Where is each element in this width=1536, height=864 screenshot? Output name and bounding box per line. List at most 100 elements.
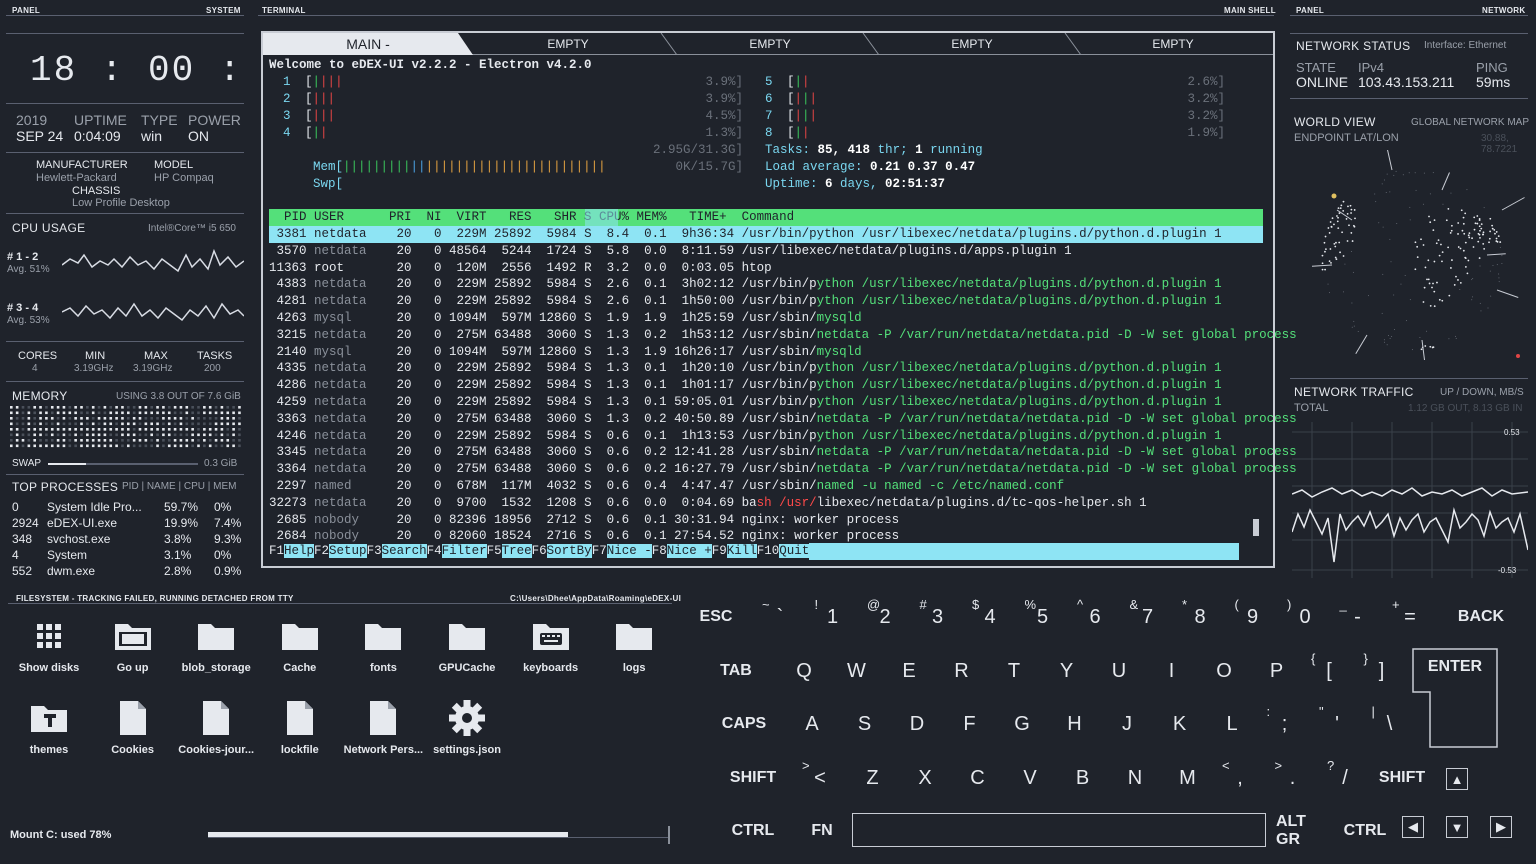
htop-process-row[interactable]: 11363 root 20 0 120M 2556 1492 R 3.2 0.0… <box>269 260 1263 277</box>
htop-process-row[interactable]: 2140 mysql 20 0 1094M 597M 12860 S 1.3 1… <box>269 344 1263 361</box>
spacebar[interactable] <box>852 813 1266 847</box>
key-char[interactable]: U <box>1095 651 1143 691</box>
file-entry[interactable]: logs <box>594 614 674 674</box>
key-char[interactable]: <, <box>1216 758 1264 798</box>
key-char[interactable]: A <box>788 704 836 744</box>
file-entry[interactable]: blob_storage <box>176 614 256 674</box>
key-char[interactable]: E <box>885 651 933 691</box>
key-char[interactable]: }] <box>1358 651 1406 691</box>
key-char[interactable]: @2 <box>861 597 909 637</box>
key-char[interactable]: :; <box>1261 704 1309 744</box>
key-char[interactable]: ? / <box>1321 758 1369 798</box>
htop-fkey[interactable]: F5Tree <box>487 543 532 560</box>
key-char[interactable]: ~ ` <box>756 597 804 637</box>
key-alt-gr[interactable]: ALT GR <box>1276 811 1332 851</box>
terminal-window[interactable]: MAIN - EMPTY EMPTY EMPTY EMPTY Welcome t… <box>261 31 1297 568</box>
key-fn[interactable]: FN <box>802 811 842 851</box>
htop-process-row[interactable]: 3363 netdata 20 0 275M 63488 3060 S 1.3 … <box>269 411 1297 428</box>
key-char[interactable]: D <box>893 704 941 744</box>
key-char[interactable]: G <box>998 704 1046 744</box>
key-char[interactable]: ) 0 <box>1281 597 1329 637</box>
arrow-left-key[interactable]: ◀ <box>1402 816 1424 838</box>
htop-fkey[interactable]: F9Kill <box>712 543 757 560</box>
file-entry[interactable]: keyboards <box>511 614 591 674</box>
key-char[interactable]: X <box>901 758 949 798</box>
key-char[interactable]: K <box>1156 704 1204 744</box>
key-char[interactable]: J <box>1103 704 1151 744</box>
file-entry[interactable]: Cookies-jour... <box>176 696 256 756</box>
file-entry[interactable]: fonts <box>343 614 423 674</box>
htop-fkey[interactable]: F7Nice - <box>592 543 652 560</box>
key-char[interactable]: Y <box>1043 651 1091 691</box>
key-char[interactable]: L <box>1208 704 1256 744</box>
htop-fkey[interactable]: F2Setup <box>314 543 367 560</box>
terminal-scrollbar[interactable] <box>1253 519 1259 536</box>
htop-process-row[interactable]: 3345 netdata 20 0 275M 63488 3060 S 0.6 … <box>269 444 1297 461</box>
htop-process-row[interactable]: 2297 named 20 0 678M 117M 4032 S 0.6 0.4… <box>269 478 1263 495</box>
key-char[interactable]: + = <box>1386 597 1434 637</box>
key-char[interactable]: V <box>1006 758 1054 798</box>
htop-process-row[interactable]: 4263 mysql 20 0 1094M 597M 12860 S 1.9 1… <box>269 310 1263 327</box>
file-entry[interactable]: Network Pers... <box>343 696 423 756</box>
arrow-right-key[interactable]: ▶ <box>1490 816 1512 838</box>
htop-process-row[interactable]: 3215 netdata 20 0 275M 63488 3060 S 1.3 … <box>269 327 1297 344</box>
key-char[interactable]: ! 1 <box>809 597 857 637</box>
htop-fkey[interactable]: F3Search <box>367 543 427 560</box>
htop-fkey[interactable]: F4Filter <box>427 543 487 560</box>
htop-process-row[interactable]: 4246 netdata 20 0 229M 25892 5984 S 0.6 … <box>269 428 1263 445</box>
htop-process-row[interactable]: 32273 netdata 20 0 9700 1532 1208 S 0.6 … <box>269 495 1263 512</box>
htop-fkey[interactable]: F6SortBy <box>532 543 592 560</box>
key-char[interactable]: M <box>1164 758 1212 798</box>
key-char[interactable]: H <box>1051 704 1099 744</box>
key-char[interactable]: ^ 6 <box>1071 597 1119 637</box>
file-entry[interactable]: Show disks <box>9 614 89 674</box>
file-entry[interactable]: Cookies <box>93 696 173 756</box>
htop-process-row[interactable]: 3364 netdata 20 0 275M 63488 3060 S 0.6 … <box>269 461 1297 478</box>
key-char[interactable]: $4 <box>966 597 1014 637</box>
file-entry[interactable]: settings.json <box>427 696 507 756</box>
arrow-up-key[interactable]: ▲ <box>1446 768 1468 790</box>
htop-process-row[interactable]: 4286 netdata 20 0 229M 25892 5984 S 1.3 … <box>269 377 1263 394</box>
key-char[interactable]: Q <box>780 651 828 691</box>
key-char[interactable]: * 8 <box>1176 597 1224 637</box>
htop-process-row[interactable]: 4281 netdata 20 0 229M 25892 5984 S 2.6 … <box>269 293 1263 310</box>
enter-key[interactable]: ENTER <box>1412 648 1498 748</box>
htop-fkey[interactable]: F8Nice + <box>652 543 712 560</box>
key-char[interactable]: _ - <box>1334 597 1382 637</box>
htop-process-row[interactable]: 4335 netdata 20 0 229M 25892 5984 S 1.3 … <box>269 360 1263 377</box>
key-char[interactable]: " ' <box>1313 704 1361 744</box>
key-char[interactable]: % 5 <box>1019 597 1067 637</box>
key-char[interactable]: C <box>954 758 1002 798</box>
key-char[interactable]: O <box>1200 651 1248 691</box>
key-char[interactable]: (9 <box>1229 597 1277 637</box>
htop-fkey[interactable]: F10Quit <box>757 543 810 560</box>
arrow-down-key[interactable]: ▼ <box>1446 816 1468 838</box>
key-char[interactable]: I <box>1148 651 1196 691</box>
key-char[interactable]: Z <box>849 758 897 798</box>
htop-process-row[interactable]: 4383 netdata 20 0 229M 25892 5984 S 2.6 … <box>269 276 1263 293</box>
file-entry[interactable]: Go up <box>93 614 173 674</box>
key-shift[interactable]: SHIFT <box>1374 758 1430 798</box>
key-char[interactable]: B <box>1059 758 1107 798</box>
file-entry[interactable]: lockfile <box>260 696 340 756</box>
key-char[interactable]: S <box>841 704 889 744</box>
key-back[interactable]: BACK <box>1452 597 1510 637</box>
key-char[interactable]: F <box>946 704 994 744</box>
htop-process-row[interactable]: 4259 netdata 20 0 229M 25892 5984 S 1.3 … <box>269 394 1263 411</box>
key-caps[interactable]: CAPS <box>718 704 770 744</box>
key-char[interactable]: T <box>990 651 1038 691</box>
htop-process-row[interactable]: 3570 netdata 20 0 48564 5244 1724 S 5.8 … <box>269 243 1263 260</box>
htop-fkey[interactable]: F1Help <box>269 543 315 560</box>
key-char[interactable]: W <box>833 651 881 691</box>
key-char[interactable]: >. <box>1269 758 1317 798</box>
htop-process-row[interactable]: 3381 netdata 20 0 229M 25892 5984 S 8.4 … <box>269 226 1263 243</box>
key-ctrl[interactable]: CTRL <box>1340 811 1390 851</box>
key-char[interactable]: P <box>1253 651 1301 691</box>
key-shift[interactable]: SHIFT <box>726 758 780 798</box>
key-char[interactable]: | \ <box>1366 704 1414 744</box>
htop-process-row[interactable]: 2685 nobody 20 0 82396 18956 2712 S 0.6 … <box>269 512 1263 529</box>
key-char[interactable]: & 7 <box>1124 597 1172 637</box>
key-char[interactable]: > < <box>796 758 844 798</box>
file-entry[interactable]: Cache <box>260 614 340 674</box>
file-entry[interactable]: GPUCache <box>427 614 507 674</box>
